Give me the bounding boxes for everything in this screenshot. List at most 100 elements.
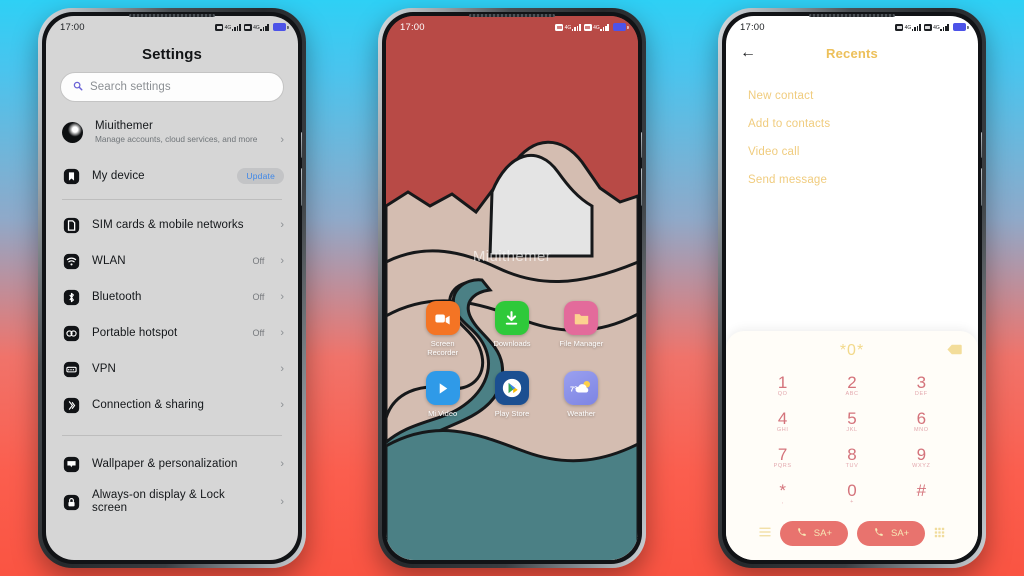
menu-item-send-message[interactable]: Send message	[748, 166, 978, 194]
chevron-right-icon: ›	[280, 362, 284, 375]
power-button[interactable]	[641, 168, 642, 206]
power-button[interactable]	[301, 168, 302, 206]
app-label: File Manager	[559, 339, 604, 348]
search-placeholder: Search settings	[90, 81, 171, 93]
sidebar-item-label: Portable hotspot	[92, 326, 178, 339]
settings-screen: 17:00 4G 4G Settings Search settings Miu…	[46, 16, 298, 560]
app-screen-recorder[interactable]: Screen Recorder	[408, 301, 477, 357]
update-badge[interactable]: Update	[237, 168, 284, 184]
backspace-icon[interactable]	[947, 342, 962, 360]
sidebar-item-my-device[interactable]: My device Update	[46, 160, 298, 192]
key-hash[interactable]: #	[887, 477, 956, 511]
app-grid: Screen Recorder Downloads File Manager M…	[386, 301, 638, 418]
sidebar-item-label: SIM cards & mobile networks	[92, 218, 244, 231]
phone-bezel: 17:00 4G 4G Miuithemer Screen Recorder D…	[382, 12, 642, 564]
app-mi-video[interactable]: Mi Video	[408, 371, 477, 418]
key-star[interactable]: *,	[748, 477, 817, 511]
menu-item-video-call[interactable]: Video call	[748, 138, 978, 166]
weather-sun-cloud-icon: 7°	[564, 371, 599, 405]
chevron-right-icon: ›	[280, 326, 284, 339]
key-9[interactable]: 9 WXYZ	[887, 441, 956, 475]
battery-icon	[953, 23, 969, 31]
menu-item-add-to-contacts[interactable]: Add to contacts	[748, 110, 978, 138]
sidebar-item-label: Wallpaper & personalization	[92, 457, 238, 470]
app-label: Screen Recorder	[427, 339, 459, 357]
row-value: Off	[252, 292, 265, 302]
power-button[interactable]	[981, 168, 982, 206]
sidebar-item-sim-cards[interactable]: SIM cards & mobile networks ›	[46, 207, 298, 243]
vpn-icon	[62, 360, 80, 378]
settings-phone: 17:00 4G 4G Settings Search settings Miu…	[38, 8, 306, 568]
back-arrow-icon[interactable]: ←	[740, 45, 756, 61]
number-display[interactable]: *0*	[740, 339, 964, 363]
status-bar: 17:00 4G 4G	[46, 16, 298, 38]
app-downloads[interactable]: Downloads	[477, 301, 546, 357]
app-play-store[interactable]: Play Store	[477, 371, 546, 418]
volume-button[interactable]	[981, 132, 982, 158]
sidebar-item-connection-sharing[interactable]: Connection & sharing ›	[46, 387, 298, 423]
battery-icon	[273, 23, 289, 31]
battery-icon	[613, 23, 629, 31]
status-bar: 17:00 4G 4G	[726, 16, 978, 38]
sim2-signal-icon: 4G	[583, 23, 609, 31]
sidebar-item-label: Connection & sharing	[92, 398, 204, 411]
connection-sharing-icon	[62, 396, 80, 414]
search-bar-container: Search settings	[46, 72, 298, 114]
sidebar-item-wallpaper[interactable]: Wallpaper & personalization ›	[46, 446, 298, 482]
row-value: Off	[252, 256, 265, 266]
sidebar-item-always-on-display[interactable]: Always-on display & Lock screen ›	[46, 482, 298, 522]
sim2-signal-icon: 4G	[923, 23, 949, 31]
home-screen-phone: 17:00 4G 4G Miuithemer Screen Recorder D…	[378, 8, 646, 568]
key-3[interactable]: 3 DEF	[887, 369, 956, 403]
key-2[interactable]: 2 ABC	[817, 369, 886, 403]
sidebar-item-portable-hotspot[interactable]: Portable hotspot Off ›	[46, 315, 298, 351]
sidebar-item-bluetooth[interactable]: Bluetooth Off ›	[46, 279, 298, 315]
call-button-label: SA+	[891, 528, 910, 539]
status-icons: 4G 4G	[215, 23, 289, 31]
my-device-label: My device	[92, 169, 145, 182]
chevron-right-icon: ›	[280, 457, 284, 470]
app-file-manager[interactable]: File Manager	[547, 301, 616, 357]
call-button-sim2[interactable]: SA+	[857, 521, 926, 546]
sidebar-item-account[interactable]: Miuithemer Manage accounts, cloud servic…	[46, 114, 298, 160]
volume-button[interactable]	[641, 132, 642, 158]
menu-item-new-contact[interactable]: New contact	[748, 82, 978, 110]
key-0[interactable]: 0 +	[817, 477, 886, 511]
keypad-icon[interactable]	[934, 527, 945, 541]
key-5[interactable]: 5 JKL	[817, 405, 886, 439]
phone-call-icon	[796, 527, 807, 541]
sidebar-item-label: Bluetooth	[92, 290, 142, 303]
app-label: Weather	[567, 409, 596, 418]
key-7[interactable]: 7 PQRS	[748, 441, 817, 475]
key-6[interactable]: 6 MNO	[887, 405, 956, 439]
app-label: Play Store	[494, 409, 530, 418]
row-value: Off	[252, 328, 265, 338]
search-input[interactable]: Search settings	[60, 72, 284, 102]
search-icon	[73, 78, 83, 96]
sim-card-icon	[62, 216, 80, 234]
page-title: Settings	[142, 46, 202, 63]
dialer-screen: 17:00 4G 4G ← Recents New contact Add to…	[726, 16, 978, 560]
settings-list[interactable]: Miuithemer Manage accounts, cloud servic…	[46, 114, 298, 560]
phone-bezel: 17:00 4G 4G Settings Search settings Miu…	[42, 12, 302, 564]
wifi-icon	[62, 252, 80, 270]
sidebar-item-vpn[interactable]: VPN ›	[46, 351, 298, 387]
chevron-right-icon: ›	[280, 495, 284, 508]
sim2-signal-icon: 4G	[243, 23, 269, 31]
menu-icon[interactable]	[759, 527, 771, 540]
play-triangle-icon	[425, 371, 460, 405]
folder-icon	[564, 301, 599, 335]
dialer-phone: 17:00 4G 4G ← Recents New contact Add to…	[718, 8, 986, 568]
call-button-sim1[interactable]: SA+	[779, 521, 848, 546]
key-1[interactable]: 1 QO	[748, 369, 817, 403]
volume-button[interactable]	[301, 132, 302, 158]
dial-keypad[interactable]: 1 QO 2 ABC 3 DEF 4 GHI 5 JKL 6 MNO 7 PQRS 8 TUV …	[740, 363, 964, 515]
sidebar-item-label: VPN	[92, 362, 116, 375]
sidebar-item-wlan[interactable]: WLAN Off ›	[46, 243, 298, 279]
key-8[interactable]: 8 TUV	[817, 441, 886, 475]
status-time: 17:00	[60, 21, 85, 33]
key-4[interactable]: 4 GHI	[748, 405, 817, 439]
earpiece-grille-icon	[809, 14, 895, 17]
app-weather[interactable]: 7° Weather	[547, 371, 616, 418]
call-button-label: SA+	[813, 528, 832, 539]
